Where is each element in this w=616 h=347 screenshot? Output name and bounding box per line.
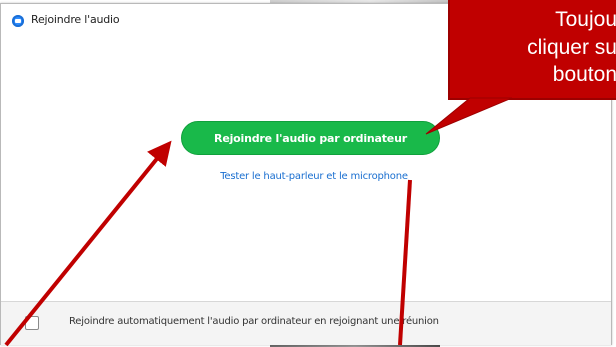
callout-line-3: bouton xyxy=(552,63,616,86)
screenshot-stage: Rejoindre l'audio Rejoindre l'audio par … xyxy=(0,0,616,347)
callout-line-1: Toujou xyxy=(555,8,616,31)
test-speaker-microphone-link[interactable]: Tester le haut-parleur et le microphone xyxy=(191,171,437,182)
join-computer-audio-button[interactable]: Rejoindre l'audio par ordinateur xyxy=(181,121,440,155)
zoom-logo-icon xyxy=(12,15,24,27)
instruction-callout: Toujou cliquer su bouton xyxy=(448,0,616,100)
auto-join-audio-label: Rejoindre automatiquement l'audio par or… xyxy=(69,316,439,327)
dialog-footer: Rejoindre automatiquement l'audio par or… xyxy=(1,302,611,345)
callout-line-2: cliquer su xyxy=(527,36,616,59)
dialog-title: Rejoindre l'audio xyxy=(31,13,120,26)
auto-join-audio-checkbox[interactable] xyxy=(25,316,39,330)
